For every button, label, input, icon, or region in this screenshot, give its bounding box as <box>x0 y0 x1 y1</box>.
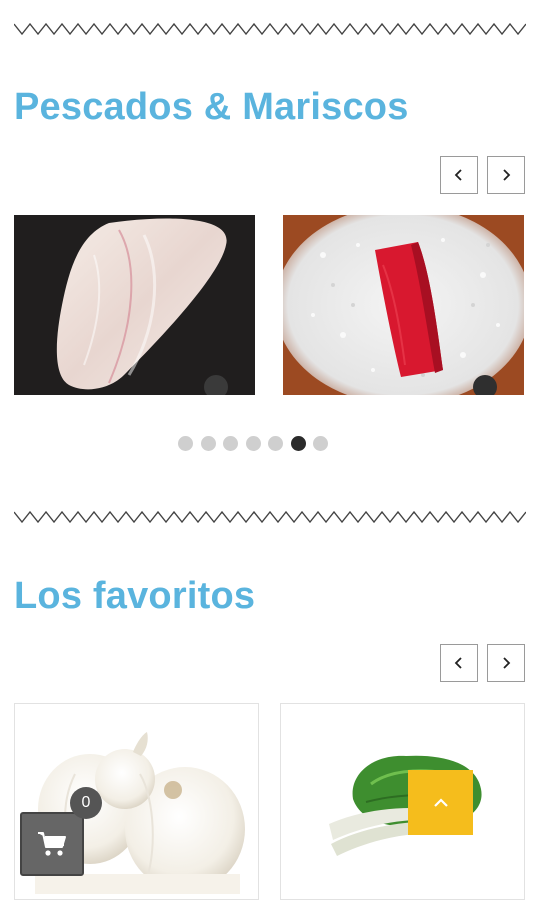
pagination-dot-active[interactable] <box>290 436 306 451</box>
product-image-chard <box>329 755 482 856</box>
pagination-dot[interactable] <box>178 436 193 451</box>
zigzag-divider <box>14 22 526 36</box>
chevron-up-icon <box>433 797 448 807</box>
cart-count-badge: 0 <box>70 787 102 819</box>
cart-icon <box>38 832 66 856</box>
chevron-right-icon <box>503 657 511 669</box>
pagination-dot[interactable] <box>313 436 328 451</box>
cart-button[interactable] <box>20 812 84 876</box>
product-image-fish-fillet[interactable] <box>14 215 255 395</box>
pagination-dot[interactable] <box>200 436 216 451</box>
scroll-to-top-button[interactable] <box>408 770 473 835</box>
pagination-dot[interactable] <box>245 436 261 451</box>
section-title-favoritos: Los favoritos <box>14 575 256 617</box>
zigzag-divider <box>14 510 526 524</box>
pagination-dot[interactable] <box>268 436 283 451</box>
chevron-left-icon <box>454 169 462 181</box>
carousel-prev-button[interactable] <box>440 156 478 194</box>
carousel-pagination <box>178 436 328 451</box>
carousel-next-button[interactable] <box>487 156 525 194</box>
product-card-chard[interactable] <box>280 703 525 900</box>
chevron-right-icon <box>503 169 511 181</box>
chevron-left-icon <box>454 657 462 669</box>
carousel-prev-button[interactable] <box>440 644 478 682</box>
product-image-red-tuna[interactable] <box>283 215 524 395</box>
pagination-dot[interactable] <box>223 436 238 451</box>
section-title-pescados: Pescados & Mariscos <box>14 86 409 128</box>
carousel-next-button[interactable] <box>487 644 525 682</box>
